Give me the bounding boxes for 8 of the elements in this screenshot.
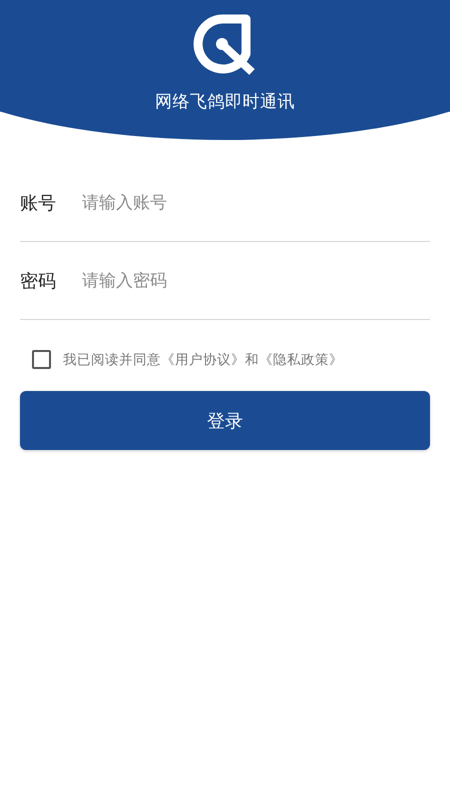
login-button[interactable]: 登录: [20, 391, 430, 450]
app-title: 网络飞鸽即时通讯: [155, 91, 295, 113]
field-label: 密码: [20, 270, 57, 292]
agreement-checkbox[interactable]: [32, 350, 51, 369]
input-field[interactable]: 请输入账号: [82, 188, 430, 216]
field-label: 账号: [20, 192, 57, 214]
input-field[interactable]: 请输入密码: [82, 266, 430, 294]
agreement-text: 我已阅读并同意《用户协议》和《隐私政策》: [63, 350, 343, 368]
